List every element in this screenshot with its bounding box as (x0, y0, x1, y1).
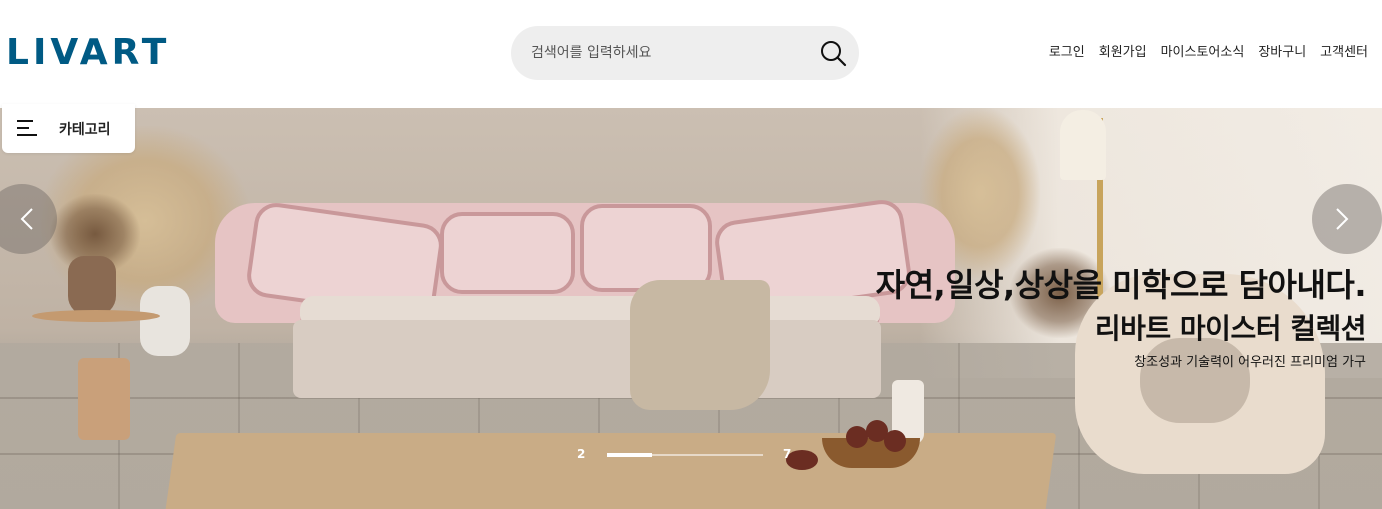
category-menu-button[interactable]: 카테고리 (2, 104, 135, 153)
slide-pager: 2 7 (577, 447, 807, 465)
white-vase (140, 286, 190, 356)
fruit (846, 426, 868, 448)
category-label: 카테고리 (59, 122, 111, 138)
customer-center-link[interactable]: 고객센터 (1320, 41, 1368, 60)
hero-banner[interactable]: 자연,일상,상상을 미학으로 담아내다. 리바트 마이스터 컬렉션 창조성과 기… (0, 108, 1382, 509)
slide-progress-track (607, 453, 763, 457)
chevron-left-icon (20, 208, 33, 230)
site-header: LIVART 로그인 회원가입 마이스토어소식 장바구니 고객센터 (0, 0, 1382, 108)
fruit (884, 430, 906, 452)
hero-copy: 자연,일상,상상을 미학으로 담아내다. 리바트 마이스터 컬렉션 창조성과 기… (875, 263, 1367, 372)
cart-link[interactable]: 장바구니 (1258, 41, 1306, 60)
hamburger-menu-icon (17, 120, 37, 137)
lamp-shade (1060, 110, 1106, 180)
hero-collection-title: 리바트 마이스터 컬렉션 (1094, 312, 1367, 345)
side-table-top (32, 310, 160, 322)
sofa-cushion (440, 212, 575, 294)
chevron-right-icon (1336, 208, 1349, 230)
signup-link[interactable]: 회원가입 (1099, 41, 1147, 60)
sofa-cushion (580, 204, 712, 292)
sofa-base (293, 320, 881, 398)
utility-nav: 로그인 회원가입 마이스토어소식 장바구니 고객센터 (1049, 41, 1368, 60)
slide-progress-fill (607, 453, 653, 457)
side-table-leg (78, 358, 130, 440)
hero-title: 자연,일상,상상을 미학으로 담아내다. (875, 266, 1367, 304)
mystore-news-link[interactable]: 마이스토어소식 (1161, 41, 1245, 60)
search-input[interactable] (531, 26, 811, 80)
login-link[interactable]: 로그인 (1049, 41, 1085, 60)
rug (163, 433, 1057, 509)
hero-subtitle: 창조성과 기술력이 어우러진 프리미엄 가구 (1134, 355, 1366, 370)
search-bar (511, 26, 859, 80)
search-icon[interactable] (819, 39, 847, 67)
total-slide-number: 7 (783, 447, 792, 461)
clay-vase (68, 256, 116, 316)
current-slide-number: 2 (577, 447, 586, 461)
livart-logo[interactable]: LIVART (6, 33, 170, 73)
throw-blanket (630, 280, 770, 410)
next-slide-button[interactable] (1312, 184, 1382, 254)
